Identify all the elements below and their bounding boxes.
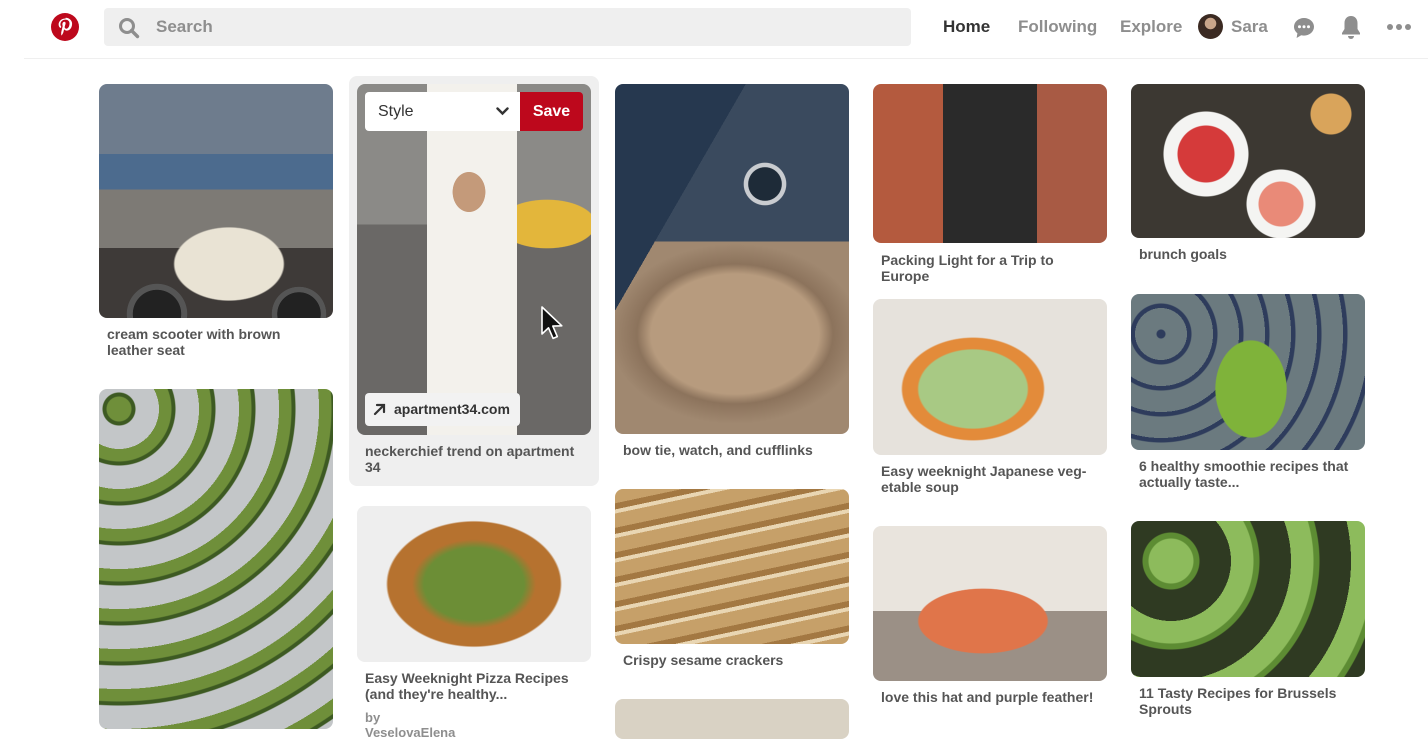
source-domain: apartment34.com <box>394 401 510 417</box>
nav-home[interactable]: Home <box>943 17 990 37</box>
header-divider <box>24 58 1428 59</box>
pin-image[interactable] <box>873 526 1107 681</box>
pin-image[interactable] <box>357 84 591 435</box>
arrow-up-right-icon <box>373 403 386 416</box>
pin-image[interactable] <box>1131 294 1365 450</box>
mouse-pointer-icon <box>541 306 563 340</box>
pin-image[interactable] <box>99 389 333 729</box>
bell-icon[interactable] <box>1340 14 1362 40</box>
board-select-label: Style <box>378 103 414 120</box>
pin-title: brunch goals <box>1139 246 1227 262</box>
user-name: Sara <box>1231 17 1268 36</box>
pin-title: Easy weeknight Japanese veg­etable soup <box>881 463 1087 495</box>
search-input[interactable]: Search <box>156 17 213 37</box>
board-select-dropdown[interactable]: Style <box>365 92 520 131</box>
avatar <box>1198 14 1223 39</box>
save-button[interactable]: Save <box>520 92 583 131</box>
source-link[interactable]: apartment34.com <box>365 393 520 426</box>
more-dots-icon[interactable] <box>1386 23 1412 31</box>
pin-title: Easy Weeknight Pizza Recipes (and they'r… <box>365 670 569 702</box>
pin-image[interactable] <box>615 84 849 434</box>
search-bar[interactable]: Search <box>104 8 911 46</box>
pinterest-logo-icon[interactable] <box>50 12 80 42</box>
pin-image[interactable] <box>1131 521 1365 677</box>
pin-image[interactable] <box>615 699 849 739</box>
pin-image[interactable] <box>873 299 1107 455</box>
pin-title: bow tie, watch, and cufflinks <box>623 442 813 458</box>
pin-title: 11 Tasty Recipes for Brussels Sprouts <box>1139 685 1337 717</box>
pin-title: Crispy sesame crackers <box>623 652 784 668</box>
pin-title: 6 healthy smoothie recipes that actually… <box>1139 458 1349 490</box>
pin-title: cream scooter with brown leather seat <box>107 326 281 358</box>
search-icon <box>119 18 140 39</box>
pin-image[interactable] <box>1131 84 1365 238</box>
pin-image[interactable] <box>99 84 333 318</box>
pin-image[interactable] <box>357 506 591 662</box>
pin-image[interactable] <box>615 489 849 644</box>
pin-title: love this hat and purple feather! <box>881 689 1094 705</box>
pin-title: Packing Light for a Trip to Europe <box>881 252 1054 284</box>
top-navigation-bar: Search Home Following Explore Sara <box>0 0 1428 58</box>
pin-attribution[interactable]: by VeselovaElena <box>365 710 455 740</box>
chat-bubble-icon[interactable] <box>1292 16 1316 40</box>
pin-title: neckerchief trend on apartment 34 <box>365 443 575 475</box>
pin-image[interactable] <box>873 84 1107 243</box>
chevron-down-icon <box>496 107 509 116</box>
nav-explore[interactable]: Explore <box>1120 17 1182 37</box>
nav-following[interactable]: Following <box>1018 17 1097 37</box>
